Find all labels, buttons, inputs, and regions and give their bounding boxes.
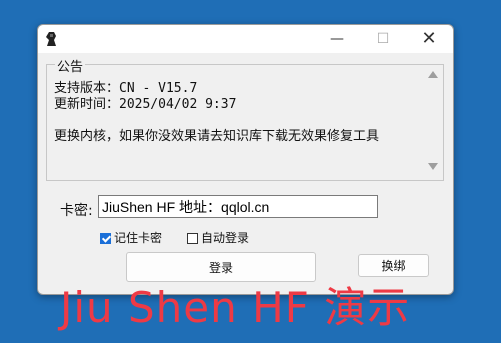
cardkey-label: 卡密:	[60, 203, 93, 219]
title-bar: — ☐ ✕	[38, 25, 453, 53]
demo-watermark: Jiu Shen HF 演示	[60, 283, 411, 332]
remember-cardkey-label: 记住卡密	[114, 231, 163, 245]
close-button[interactable]: ✕	[406, 25, 452, 53]
checkbox-unchecked-icon	[187, 233, 198, 244]
auto-login-label: 自动登录	[201, 231, 250, 245]
app-logo-icon	[46, 32, 56, 46]
cardkey-input[interactable]: JiuShen HF 地址：qqlol.cn	[98, 195, 378, 218]
notice-text: 支持版本：CN - V15.7 更新时间：2025/04/02 9:37 更换内…	[54, 81, 380, 144]
notice-group: 公告 支持版本：CN - V15.7 更新时间：2025/04/02 9:37 …	[46, 56, 444, 181]
login-window: — ☐ ✕ 公告 支持版本：CN - V15.7 更新时间：2025/04/02…	[37, 24, 454, 295]
scroll-up-arrow-icon[interactable]	[428, 71, 438, 78]
checkbox-checked-icon	[100, 233, 111, 244]
notice-legend: 公告	[55, 56, 86, 75]
auto-login-checkbox[interactable]: 自动登录	[187, 229, 249, 246]
maximize-button[interactable]: ☐	[360, 25, 406, 53]
remember-cardkey-checkbox[interactable]: 记住卡密	[100, 229, 162, 246]
minimize-button[interactable]: —	[314, 25, 360, 53]
scroll-down-arrow-icon[interactable]	[428, 163, 438, 170]
